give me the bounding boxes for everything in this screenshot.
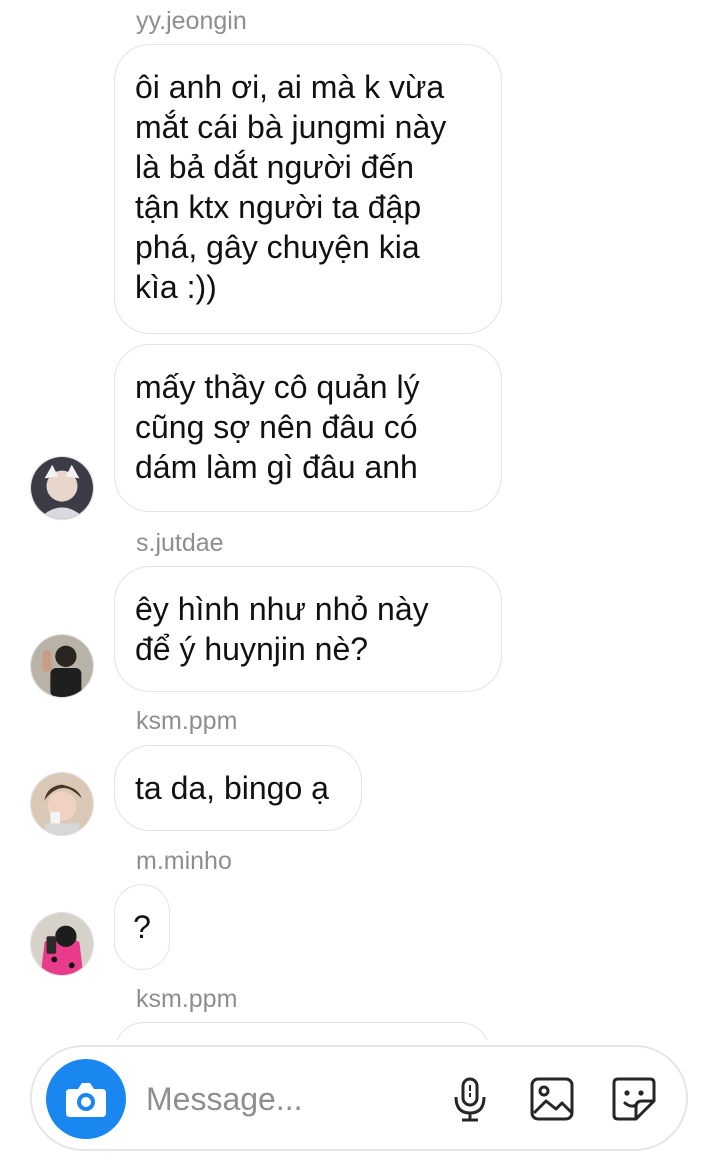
avatar-photo: [31, 635, 93, 697]
sender-name: yy.jeongin: [136, 7, 247, 35]
avatar-photo: [31, 773, 93, 835]
message-text: ôi anh ơi, ai mà k vừa mắt cái bà jungmi…: [135, 69, 447, 305]
message-thread: yy.jeongin ôi anh ơi, ai mà k vừa mắt cá…: [0, 0, 719, 1040]
message-text: ta da, bingo ạ: [135, 770, 329, 806]
message-bubble[interactable]: êy hình như nhỏ này để ý huynjin nè?: [114, 566, 502, 692]
message-bubble[interactable]: ?: [114, 884, 170, 970]
sticker-button[interactable]: [610, 1075, 658, 1123]
avatar[interactable]: [30, 772, 94, 836]
sticker-icon: [612, 1077, 656, 1121]
gallery-button[interactable]: [528, 1075, 576, 1123]
message-bubble[interactable]: ta da, bingo ạ: [114, 745, 362, 831]
avatar-photo: [31, 457, 93, 519]
message-composer: [30, 1045, 688, 1151]
avatar-photo: [31, 913, 93, 975]
avatar[interactable]: [30, 456, 94, 520]
message-text: mấy thầy cô quản lý cũng sợ nên đâu có d…: [135, 369, 420, 485]
sender-name: s.jutdae: [136, 529, 224, 557]
camera-icon: [66, 1083, 106, 1117]
microphone-icon: [454, 1077, 486, 1122]
message-bubble[interactable]: ôi anh ơi, ai mà k vừa mắt cái bà jungmi…: [114, 44, 502, 334]
message-input[interactable]: [146, 1079, 426, 1119]
avatar[interactable]: [30, 912, 94, 976]
gallery-icon: [530, 1077, 574, 1121]
sender-name: ksm.ppm: [136, 985, 238, 1013]
microphone-button[interactable]: [446, 1075, 494, 1123]
sender-name: m.minho: [136, 847, 232, 875]
message-bubble[interactable]: mấy thầy cô quản lý cũng sợ nên đâu có d…: [114, 344, 502, 512]
message-text: ?: [133, 909, 151, 945]
message-text: êy hình như nhỏ này để ý huynjin nè?: [135, 591, 429, 667]
sender-name: ksm.ppm: [136, 707, 238, 735]
camera-button[interactable]: [46, 1059, 126, 1139]
avatar[interactable]: [30, 634, 94, 698]
message-bubble[interactable]: [114, 1022, 490, 1040]
